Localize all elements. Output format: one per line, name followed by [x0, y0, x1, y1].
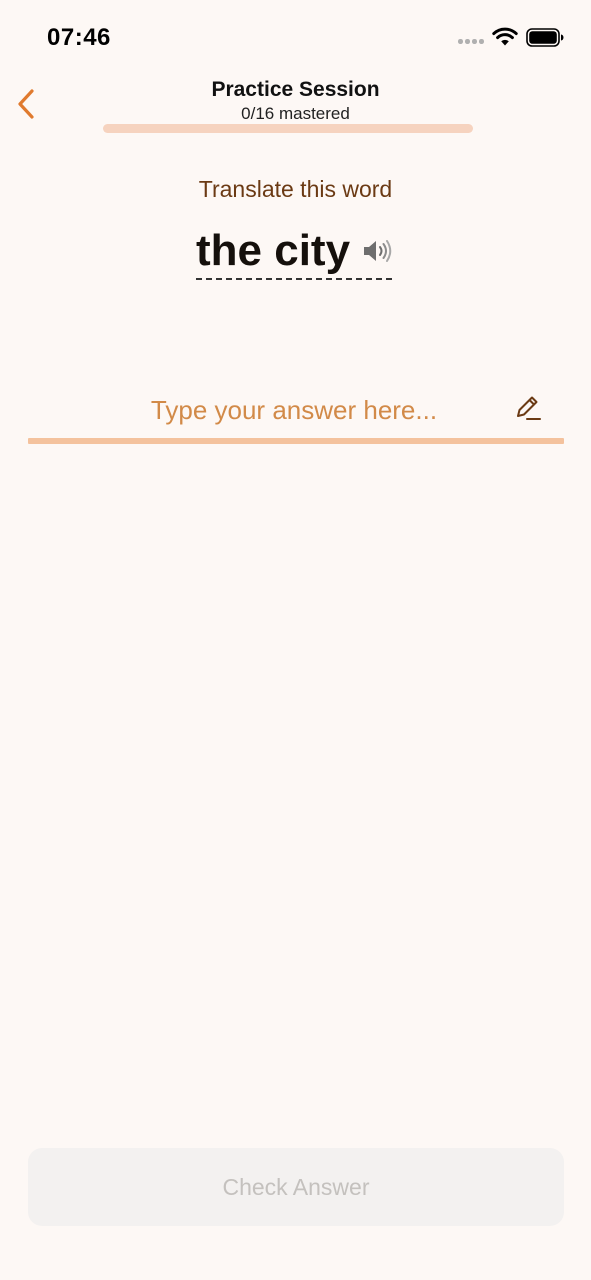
wifi-icon [492, 27, 518, 46]
prompt-label: Translate this word [198, 176, 393, 202]
signal-dots-icon [458, 39, 484, 44]
mastered-count: 0/16 mastered [241, 104, 350, 123]
answer-underline [28, 438, 564, 444]
target-word[interactable]: the city [196, 226, 350, 276]
answer-field [28, 380, 564, 446]
status-bar: 07:46 [0, 0, 591, 70]
answer-input[interactable] [28, 380, 564, 440]
page-title: Practice Session [211, 78, 380, 101]
status-time: 07:46 [47, 24, 111, 51]
pencil-icon[interactable] [514, 394, 542, 422]
progress-bar [103, 124, 473, 133]
battery-icon [526, 28, 564, 47]
practice-screen: 07:46 Practice Session 0/16 mastered Tra… [0, 0, 591, 1280]
target-word-row: the city [196, 226, 393, 280]
speaker-icon[interactable] [362, 238, 392, 264]
check-answer-button[interactable]: Check Answer [28, 1148, 564, 1226]
